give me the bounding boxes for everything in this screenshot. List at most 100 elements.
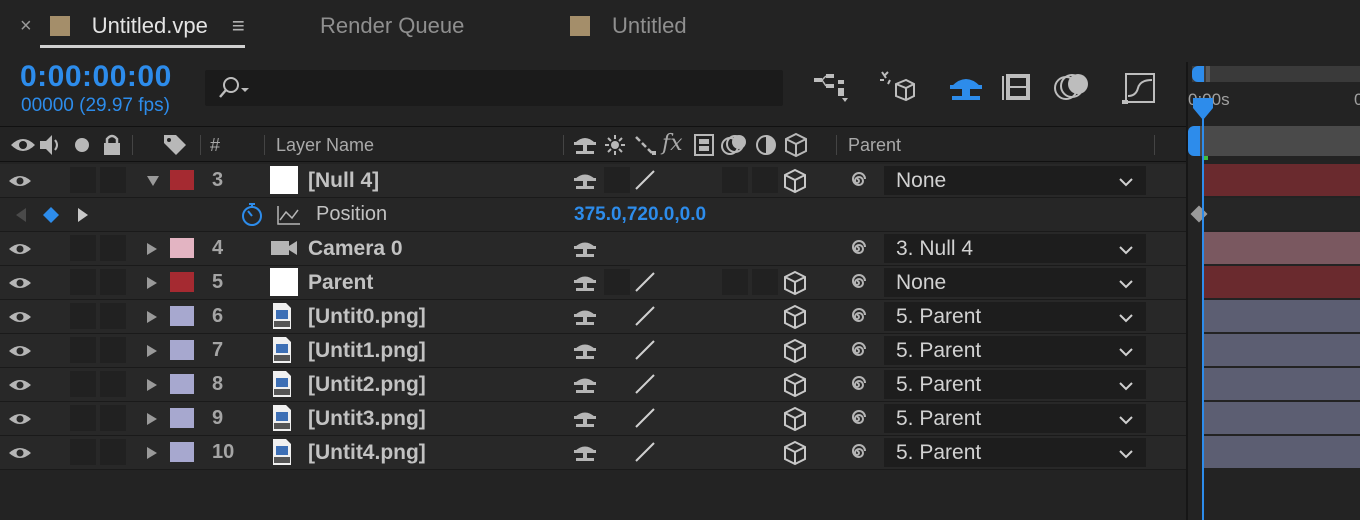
twirl-collapsed-icon[interactable] [146, 232, 158, 265]
property-row-position[interactable]: Position 375.0,720.0,0.0 [0, 198, 1188, 232]
shy-icon[interactable] [572, 232, 598, 265]
3d-cube-icon[interactable] [782, 368, 808, 401]
keyframe-diamond-icon[interactable] [1190, 205, 1208, 223]
layer-row[interactable]: 8 [Untit2.png] 5. Parent [0, 368, 1188, 402]
label-color-swatch[interactable] [170, 374, 194, 394]
pickwhip-icon[interactable] [845, 266, 869, 299]
layer-row[interactable]: 7 [Untit1.png] 5. Parent [0, 334, 1188, 368]
layer-bar[interactable] [1202, 266, 1360, 300]
twirl-expanded-icon[interactable] [146, 164, 160, 197]
parent-dropdown[interactable]: None [884, 268, 1146, 297]
pickwhip-icon[interactable] [845, 232, 869, 265]
solo-switch[interactable] [100, 269, 126, 295]
parent-dropdown[interactable]: None [884, 166, 1146, 195]
layer-bar[interactable] [1202, 402, 1360, 436]
parent-dropdown[interactable]: 3. Null 4 [884, 234, 1146, 263]
audio-icon[interactable] [38, 133, 64, 162]
eye-icon[interactable] [8, 402, 36, 435]
layer-name[interactable]: Parent [308, 266, 373, 299]
quality-slash-icon[interactable] [632, 439, 658, 465]
solo-switch[interactable] [100, 371, 126, 397]
parent-dropdown[interactable]: 5. Parent [884, 336, 1146, 365]
layer-bar[interactable] [1202, 334, 1360, 368]
stopwatch-icon[interactable] [240, 198, 264, 231]
draft-3d-icon[interactable] [878, 70, 918, 106]
collapse-switch[interactable] [604, 167, 630, 193]
navigator-start-handle[interactable] [1192, 66, 1204, 82]
quality-slash-icon[interactable] [632, 303, 658, 329]
motion-blur-switch-icon[interactable] [720, 132, 748, 163]
flowchart-icon[interactable] [812, 70, 852, 106]
layer-bar[interactable] [1202, 436, 1360, 470]
video-visibility-icon[interactable] [10, 135, 36, 160]
quality-slash-icon[interactable] [632, 337, 658, 363]
layer-name[interactable]: Camera 0 [308, 232, 403, 265]
3d-cube-icon[interactable] [782, 436, 808, 469]
audio-switch[interactable] [70, 371, 96, 397]
eye-icon[interactable] [8, 232, 36, 265]
layer-name-header[interactable]: Layer Name [276, 135, 374, 156]
adjustment-switch[interactable] [752, 167, 778, 193]
solo-switch[interactable] [100, 303, 126, 329]
previous-keyframe-icon[interactable] [14, 198, 28, 231]
quality-slash-icon[interactable] [632, 371, 658, 397]
layer-name[interactable]: [Untit0.png] [308, 300, 426, 333]
playhead-handle-icon[interactable] [1191, 96, 1215, 122]
audio-switch[interactable] [70, 269, 96, 295]
motion-blur-switch[interactable] [722, 269, 748, 295]
graph-editor-icon[interactable] [1120, 70, 1160, 106]
quality-slash-icon[interactable] [632, 167, 658, 193]
eye-icon[interactable] [8, 368, 36, 401]
label-color-swatch[interactable] [170, 272, 194, 292]
tab-render-queue[interactable]: Render Queue [320, 0, 464, 52]
eye-icon[interactable] [8, 334, 36, 367]
pickwhip-icon[interactable] [845, 402, 869, 435]
shy-icon[interactable] [572, 164, 598, 197]
parent-header[interactable]: Parent [848, 135, 901, 156]
timeline-panel[interactable]: 0:00s 0 [1188, 62, 1360, 520]
frame-blending-icon[interactable] [998, 70, 1038, 106]
motion-blur-switch[interactable] [722, 167, 748, 193]
audio-switch[interactable] [70, 303, 96, 329]
collapse-switch[interactable] [604, 269, 630, 295]
shy-icon[interactable] [572, 334, 598, 367]
current-time-indicator[interactable] [1202, 98, 1204, 520]
parent-dropdown[interactable]: 5. Parent [884, 302, 1146, 331]
solo-switch[interactable] [100, 167, 126, 193]
layer-name[interactable]: [Untit3.png] [308, 402, 426, 435]
layer-row[interactable]: 10 [Untit4.png] 5. Parent [0, 436, 1188, 470]
label-tag-icon[interactable] [162, 133, 188, 162]
eye-icon[interactable] [8, 164, 36, 197]
layer-bar[interactable] [1202, 164, 1360, 198]
pickwhip-icon[interactable] [845, 334, 869, 367]
pickwhip-icon[interactable] [845, 436, 869, 469]
parent-dropdown[interactable]: 5. Parent [884, 438, 1146, 467]
pickwhip-icon[interactable] [845, 300, 869, 333]
label-color-swatch[interactable] [170, 442, 194, 462]
label-color-swatch[interactable] [170, 306, 194, 326]
current-time-display[interactable]: 0:00:00:00 [20, 60, 172, 94]
label-color-swatch[interactable] [170, 340, 194, 360]
pickwhip-icon[interactable] [845, 164, 869, 197]
layer-bar[interactable] [1202, 232, 1360, 266]
audio-switch[interactable] [70, 167, 96, 193]
pickwhip-icon[interactable] [845, 368, 869, 401]
layer-row[interactable]: 4 Camera 0 3. Null 4 [0, 232, 1188, 266]
graph-icon[interactable] [276, 198, 302, 231]
solo-switch[interactable] [100, 235, 126, 261]
panel-menu-icon[interactable]: ≡ [232, 13, 245, 39]
twirl-collapsed-icon[interactable] [146, 300, 158, 333]
3d-cube-icon[interactable] [782, 334, 808, 367]
eye-icon[interactable] [8, 300, 36, 333]
quality-icon[interactable] [634, 133, 658, 162]
layer-name[interactable]: [Untit4.png] [308, 436, 426, 469]
twirl-collapsed-icon[interactable] [146, 402, 158, 435]
audio-switch[interactable] [70, 405, 96, 431]
shy-switch-icon[interactable] [572, 133, 598, 162]
layer-bar[interactable] [1202, 368, 1360, 402]
shy-icon[interactable] [572, 368, 598, 401]
3d-cube-icon[interactable] [782, 266, 808, 299]
collapse-transformation-icon[interactable] [604, 133, 626, 162]
hide-shy-layers-icon[interactable] [946, 70, 986, 106]
parent-dropdown[interactable]: 5. Parent [884, 404, 1146, 433]
